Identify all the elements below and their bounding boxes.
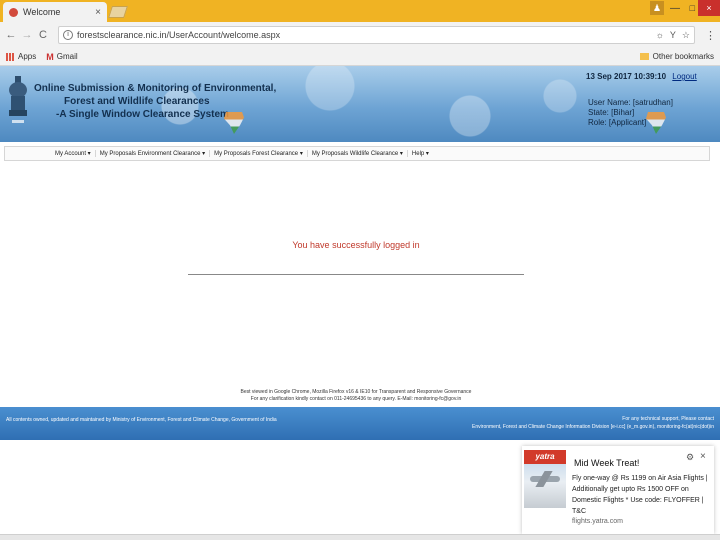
new-tab-button[interactable] (108, 6, 128, 18)
site-info-icon[interactable]: i (63, 30, 73, 40)
omnibox-actions: ☼ Y ☆ (656, 30, 690, 41)
best-view-line-1: Best viewed in Google Chrome, Mozilla Fi… (240, 389, 472, 395)
footer-support: For any technical support, Please contac… (472, 415, 714, 431)
maximize-button[interactable]: □ (690, 3, 695, 13)
ad-image[interactable]: yatra (524, 450, 566, 508)
menu-help[interactable]: Help ▾ (408, 150, 433, 157)
reload-button[interactable]: C (36, 29, 50, 41)
chrome-menu-icon[interactable]: ⋮ (705, 29, 716, 42)
menu-forest-clearance[interactable]: My Proposals Forest Clearance ▾ (210, 150, 308, 157)
ad-title[interactable]: Mid Week Treat! (574, 458, 639, 468)
tab-title: Welcome (23, 7, 61, 17)
address-bar[interactable]: i forestsclearance.nic.in/UserAccount/we… (58, 26, 695, 44)
ad-close-icon[interactable]: × (700, 451, 706, 462)
site-title-line-1: Online Submission & Monitoring of Enviro… (34, 83, 277, 94)
menu-environment-clearance-label: My Proposals Environment Clearance (99, 151, 201, 157)
profile-icon[interactable]: ♟ (650, 1, 664, 15)
bookmarks-bar: Apps M Gmail Other bookmarks (0, 48, 720, 66)
tab-strip: Welcome × ♟ — □ × (0, 0, 720, 22)
session-info: 13 Sep 2017 10:39:10 Logout (586, 72, 697, 82)
user-role: Role: [Applicant] (588, 118, 647, 127)
user-details: User Name: [satrudhan] State: [Bihar] Ro… (588, 98, 673, 128)
minimize-button[interactable]: — (670, 3, 680, 14)
close-window-button[interactable]: × (698, 0, 720, 16)
menu-wildlife-clearance-label: My Proposals Wildlife Clearance (311, 151, 399, 157)
horizontal-scrollbar[interactable] (0, 534, 720, 540)
site-header: Online Submission & Monitoring of Enviro… (0, 66, 720, 142)
gmail-icon: M (46, 51, 54, 62)
menu-help-label: Help (411, 151, 425, 157)
main-menu: My Account ▾ My Proposals Environment Cl… (4, 146, 710, 161)
ad-settings-icon[interactable]: ⚙ (686, 452, 694, 463)
url-text[interactable]: forestsclearance.nic.in/UserAccount/welc… (77, 30, 656, 40)
content-divider (188, 274, 524, 275)
airplane-icon (530, 476, 560, 482)
site-title-line-2: Forest and Wildlife Clearances (64, 96, 210, 107)
browser-toolbar: ← → C i forestsclearance.nic.in/UserAcco… (0, 22, 720, 48)
back-button[interactable]: ← (4, 29, 18, 41)
menu-wildlife-clearance[interactable]: My Proposals Wildlife Clearance ▾ (308, 150, 408, 157)
best-view-note: Best viewed in Google Chrome, Mozilla Fi… (0, 389, 712, 403)
key-icon[interactable]: ☼ (656, 30, 664, 41)
ad-domain[interactable]: flights.yatra.com (572, 518, 623, 525)
folder-icon (639, 53, 649, 60)
bookmark-star-icon[interactable]: ☆ (682, 30, 690, 41)
browser-window: Welcome × ♟ — □ × ← → C i forestsclearan… (0, 0, 720, 540)
login-success-message: You have successfully logged in (292, 240, 420, 250)
user-state: State: [Bihar] (588, 108, 635, 117)
footer-ownership: All contents owned, updated and maintain… (6, 417, 277, 423)
apps-icon (6, 52, 14, 61)
national-emblem-icon (9, 76, 27, 123)
india-map-icon (224, 112, 244, 134)
forward-button[interactable]: → (20, 29, 34, 41)
filter-icon[interactable]: Y (670, 30, 676, 41)
login-datetime: 13 Sep 2017 10:39:10 (586, 72, 667, 81)
bookmark-gmail[interactable]: Gmail (57, 52, 78, 61)
ad-body[interactable]: Fly one-way @ Rs 1199 on Air Asia Flight… (572, 473, 708, 517)
bookmark-apps[interactable]: Apps (18, 52, 36, 61)
menu-my-account[interactable]: My Account ▾ (51, 150, 96, 157)
other-bookmarks[interactable]: Other bookmarks (639, 52, 714, 61)
best-view-line-2: For any clarification kindly contact on … (250, 396, 462, 402)
menu-forest-clearance-label: My Proposals Forest Clearance (214, 151, 299, 157)
user-name: User Name: [satrudhan] (588, 98, 673, 107)
menu-my-account-label: My Account (55, 151, 87, 157)
site-footer: All contents owned, updated and maintain… (0, 407, 720, 440)
logout-link[interactable]: Logout (672, 72, 696, 81)
footer-support-line-1: For any technical support, Please contac… (622, 416, 714, 422)
yatra-ad[interactable]: yatra Mid Week Treat! Fly one-way @ Rs 1… (522, 446, 714, 534)
favicon-icon (9, 7, 18, 17)
yatra-logo: yatra (524, 450, 566, 464)
menu-environment-clearance[interactable]: My Proposals Environment Clearance ▾ (96, 150, 211, 157)
footer-support-line-2[interactable]: Environment, Forest and Climate Change I… (472, 423, 714, 431)
tab-welcome[interactable]: Welcome × (3, 2, 107, 22)
tab-close-icon[interactable]: × (95, 7, 101, 18)
other-bookmarks-label: Other bookmarks (652, 52, 714, 61)
